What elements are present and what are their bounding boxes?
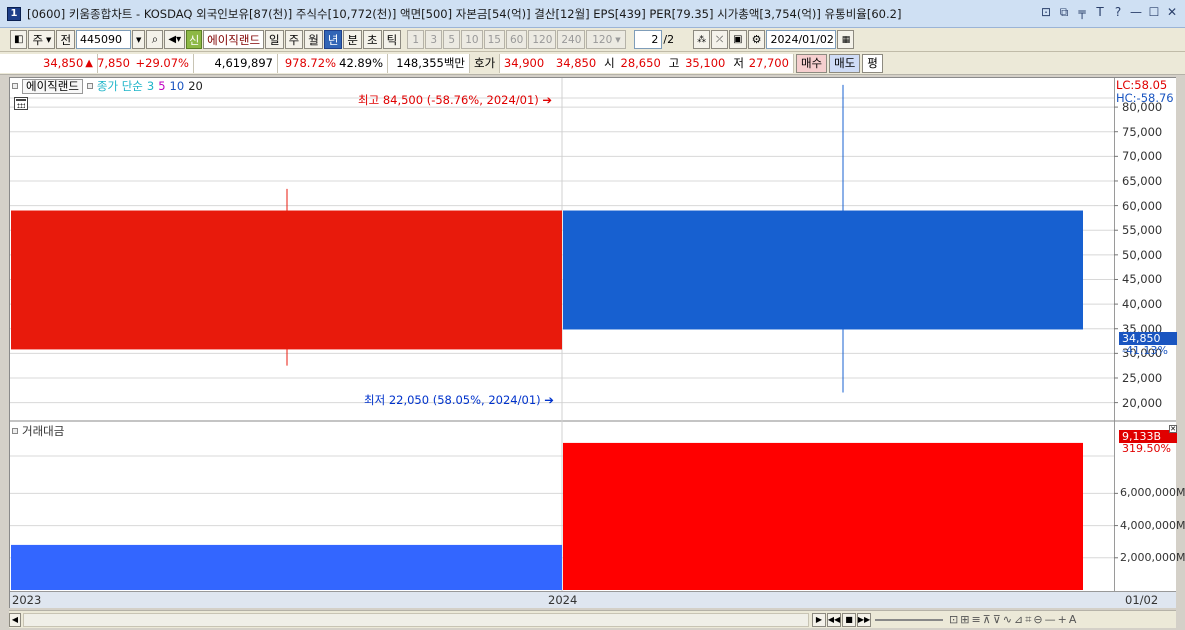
- legend-marker: [12, 428, 18, 434]
- volume-tick-label: 6,000,000M: [1120, 486, 1185, 500]
- view-tool-icon[interactable]: ⊡: [949, 613, 958, 626]
- price-tick-label: 65,000: [1122, 173, 1163, 188]
- volume-bar-2024: [563, 442, 1083, 590]
- price-tick-label: 55,000: [1122, 223, 1163, 238]
- price-tick-label: 60,000: [1122, 198, 1163, 213]
- price-tick-label: 75,000: [1122, 124, 1163, 139]
- price-legend: 에이직랜드 종가 단순 3 5 10 20: [12, 78, 203, 94]
- arrow-right-icon: ➔: [540, 393, 554, 407]
- legend-marker: [86, 83, 93, 89]
- arrow-right-icon: ➔: [538, 93, 553, 107]
- x-label-2023: 2023: [12, 593, 42, 607]
- volume-tick-label: 4,000,000M: [1120, 518, 1185, 532]
- legend-ma-5[interactable]: 5: [158, 79, 165, 93]
- legend-ma-3[interactable]: 3: [147, 79, 154, 93]
- legend-stock-name[interactable]: 에이직랜드: [22, 78, 83, 94]
- zoom-slider[interactable]: [875, 618, 943, 621]
- legend-ma-label[interactable]: 종가 단순: [97, 78, 143, 94]
- close-icon[interactable]: ✕: [1169, 425, 1177, 433]
- low-annotation-text: 최저 22,050 (58.05%, 2024/01): [364, 393, 541, 407]
- stop-icon[interactable]: ■: [842, 612, 856, 627]
- x-label-2024: 2024: [548, 593, 578, 607]
- current-price-pct: -41.13%: [1122, 344, 1168, 357]
- legend-marker: [12, 83, 18, 89]
- price-tick-label: 80,000: [1122, 100, 1163, 115]
- volume-title-text[interactable]: 거래대금: [22, 423, 64, 439]
- low-annotation: 최저 22,050 (58.05%, 2024/01) ➔: [364, 392, 554, 408]
- volume-bar-2023: [11, 544, 562, 590]
- chart-scrollbar: ◀ ▶ ◀◀ ■ ▶▶ ⊡ ⊞ ≡ ⊼ ⊽ ∿ ⊿ ⌗ ⊖ — + A: [9, 610, 1176, 628]
- price-tick-label: 50,000: [1122, 247, 1163, 262]
- scroll-right-icon[interactable]: ▶: [812, 612, 826, 627]
- legend-ma-10[interactable]: 10: [170, 79, 185, 93]
- down-tool-icon[interactable]: ⊽: [993, 613, 1001, 626]
- price-tick-label: 20,000: [1122, 395, 1163, 410]
- up-tool-icon[interactable]: ⊼: [983, 613, 991, 626]
- minus-icon[interactable]: —: [1045, 613, 1056, 626]
- angle-tool-icon[interactable]: ⊿: [1014, 613, 1023, 626]
- list-tool-icon[interactable]: ≡: [971, 613, 980, 626]
- calendar-icon[interactable]: [14, 97, 28, 110]
- volume-panel-title: 거래대금: [12, 423, 64, 439]
- hash-tool-icon[interactable]: ⌗: [1025, 613, 1031, 627]
- legend-ma-20[interactable]: 20: [188, 79, 203, 93]
- grid-tool-icon[interactable]: ⊞: [960, 613, 969, 626]
- price-tick-label: 70,000: [1122, 149, 1163, 164]
- time-axis: [10, 591, 1176, 608]
- x-label-end: 01/02: [1125, 593, 1159, 607]
- high-annotation: 최고 84,500 (-58.76%, 2024/01) ➔: [358, 92, 552, 108]
- price-tick-label: 40,000: [1122, 297, 1163, 312]
- wave-tool-icon[interactable]: ∿: [1003, 613, 1012, 626]
- rewind-icon[interactable]: ◀◀: [827, 612, 841, 627]
- candle-body-2023: [11, 210, 562, 350]
- price-tick-label: 45,000: [1122, 272, 1163, 287]
- volume-tick-label: 2,000,000M: [1120, 550, 1185, 564]
- lc-label: LC:58.05: [1116, 78, 1168, 92]
- fast-forward-icon[interactable]: ▶▶: [857, 612, 871, 627]
- candle-body-2024: [563, 210, 1083, 330]
- high-annotation-text: 최고 84,500 (-58.76%, 2024/01): [358, 93, 539, 107]
- price-tick-label: 25,000: [1122, 370, 1163, 385]
- candlestick-chart[interactable]: [0, 0, 1185, 630]
- scroll-left-icon[interactable]: ◀: [9, 612, 21, 627]
- volume-current-pct: 319.50%: [1122, 442, 1171, 455]
- zoom-out-tool-icon[interactable]: ⊖: [1033, 613, 1042, 626]
- text-tool-icon[interactable]: A: [1069, 613, 1077, 626]
- scroll-track[interactable]: [23, 612, 809, 627]
- plus-icon[interactable]: +: [1058, 613, 1067, 626]
